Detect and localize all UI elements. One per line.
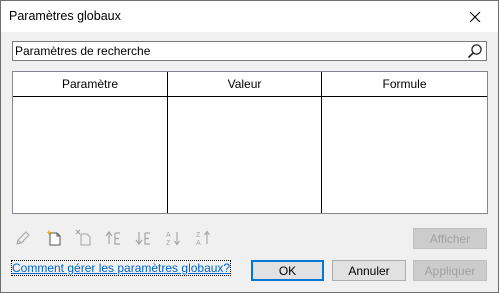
svg-text:A: A	[196, 240, 201, 247]
column-body-parametre	[13, 97, 168, 213]
show-button[interactable]: Afficher	[413, 228, 487, 249]
sort-ascending-icon[interactable]: A Z	[165, 229, 183, 247]
close-icon	[469, 11, 481, 22]
sort-descending-icon[interactable]: Z A	[195, 229, 213, 247]
svg-text:Z: Z	[196, 232, 201, 239]
dialog-window: Paramètres globaux Paramètre Valeur Form…	[0, 0, 499, 293]
column-header-formule[interactable]: Formule	[322, 72, 487, 96]
search-box[interactable]	[12, 41, 487, 61]
search-input[interactable]	[15, 43, 455, 59]
column-header-parametre[interactable]: Paramètre	[13, 72, 168, 96]
move-down-icon[interactable]	[135, 229, 153, 247]
svg-text:A: A	[166, 232, 171, 239]
window-title: Paramètres globaux	[9, 9, 121, 23]
cancel-button[interactable]: Annuler	[332, 260, 406, 281]
delete-parameter-icon[interactable]	[75, 229, 93, 247]
parameters-table[interactable]: Paramètre Valeur Formule	[12, 71, 488, 214]
svg-text:Z: Z	[166, 240, 171, 247]
search-icon[interactable]	[467, 43, 483, 59]
new-parameter-icon[interactable]	[45, 229, 63, 247]
title-bar: Paramètres globaux	[1, 1, 498, 32]
close-button[interactable]	[452, 1, 498, 32]
column-header-valeur[interactable]: Valeur	[168, 72, 322, 96]
apply-button[interactable]: Appliquer	[413, 260, 487, 281]
edit-pencil-icon[interactable]	[14, 229, 32, 247]
help-link[interactable]: Comment gérer les paramètres globaux?	[10, 260, 232, 276]
column-body-valeur	[168, 97, 322, 213]
move-up-icon[interactable]	[105, 229, 123, 247]
table-header: Paramètre Valeur Formule	[13, 72, 487, 97]
ok-button[interactable]: OK	[251, 260, 324, 281]
